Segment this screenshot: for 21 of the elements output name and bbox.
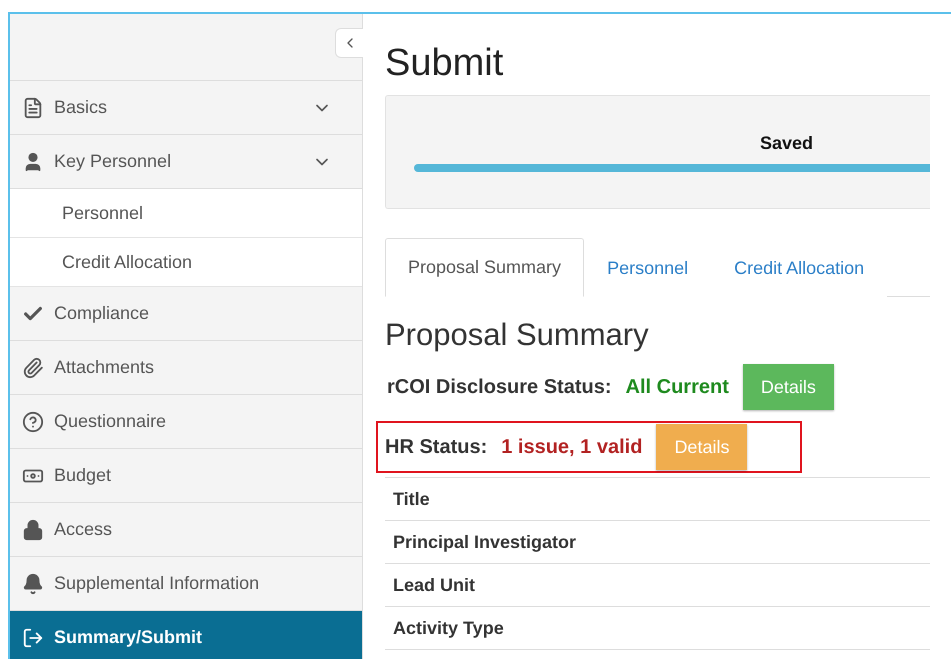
collapse-sidebar-button[interactable]: [335, 28, 363, 58]
bell-icon: [22, 572, 44, 594]
progress-label: Saved: [760, 132, 814, 154]
table-cell: Activity Type: [385, 607, 930, 650]
tab[interactable]: Proposal Summary: [385, 238, 584, 297]
paperclip-icon: [22, 356, 44, 378]
lock-icon: [22, 518, 44, 540]
status-label: rCOI Disclosure Status:: [387, 376, 612, 398]
table-cell: Lead Unit: [385, 564, 930, 607]
table-cell: Principal Investigator: [385, 521, 930, 564]
status-value: 1 issue, 1 valid: [501, 436, 642, 458]
page-title: Submit: [385, 42, 504, 85]
sidebar-subitem[interactable]: Credit Allocation: [10, 238, 362, 287]
status-value: All Current: [626, 376, 729, 398]
section-heading: Proposal Summary: [385, 317, 650, 353]
status-label: HR Status:: [385, 436, 488, 458]
table-cell: Title: [385, 478, 930, 521]
sidebar-subitem[interactable]: Personnel: [10, 189, 362, 238]
document-icon: [22, 96, 44, 118]
question-icon: [22, 410, 44, 432]
sidebar-item[interactable]: Summary/Submit: [10, 611, 362, 659]
